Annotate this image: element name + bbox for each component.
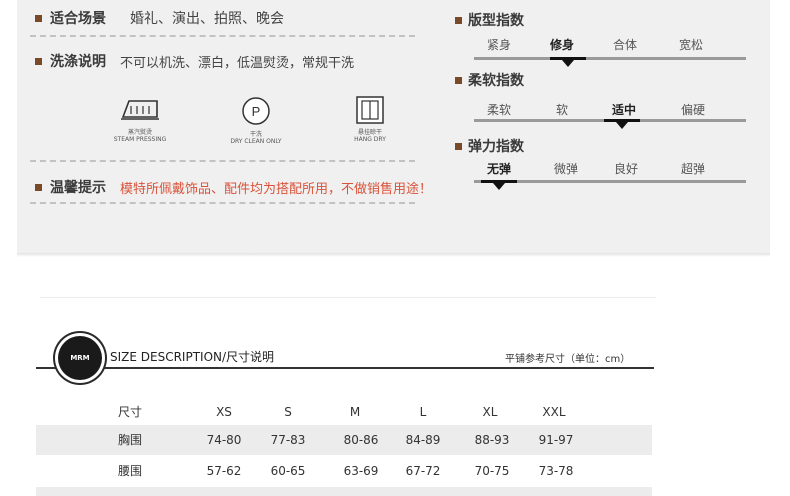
- bullet-square-icon: [455, 142, 462, 150]
- care-steam: 蒸汽熨烫 STEAM PRESSING: [100, 95, 180, 143]
- care-hang-dry-label: 悬挂晾干 HANG DRY: [354, 129, 386, 143]
- bullet-square-icon: [35, 57, 42, 65]
- size-header-cell: XS: [216, 405, 232, 419]
- bullet-square-icon: [455, 76, 462, 84]
- section-divider: [40, 297, 656, 298]
- notice-label: 温馨提示: [50, 180, 106, 196]
- size-header-cell: XXL: [542, 405, 566, 419]
- panel-shadow: [17, 253, 770, 257]
- fit-option: 紧身: [486, 38, 511, 52]
- fit-option: 宽松: [678, 38, 703, 52]
- bullet-square-icon: [35, 14, 42, 22]
- size-header-line: [36, 367, 654, 369]
- elasticity-option: 超弹: [680, 162, 705, 176]
- brand-logo: MRM: [58, 336, 102, 380]
- occasion-value: 婚礼、演出、拍照、晚会: [130, 11, 284, 27]
- size-table-header: 尺寸 XS S M L XL XXL: [36, 397, 652, 427]
- bullet-square-icon: [35, 183, 42, 191]
- washing-row: 洗涤说明 不可以机洗、漂白，低温熨烫，常规干洗: [35, 51, 354, 71]
- table-cell: 胸围: [118, 433, 143, 447]
- table-cell: 84-89: [405, 433, 441, 447]
- steam-iron-icon: [121, 100, 159, 120]
- size-header-cell: 尺寸: [118, 405, 143, 419]
- softness-option-selected: 适中: [611, 103, 636, 117]
- fit-option-selected: 修身: [549, 38, 574, 52]
- elasticity-index-title: 弹力指数: [455, 136, 524, 156]
- table-cell: 57-62: [206, 464, 242, 478]
- elasticity-option: 微弹: [553, 162, 578, 176]
- dashed-divider: [30, 202, 415, 204]
- dry-clean-icon: P: [242, 97, 270, 125]
- size-section-title: SIZE DESCRIPTION/尺寸说明: [110, 350, 275, 364]
- dashed-divider: [30, 160, 415, 162]
- table-cell: 91-97: [538, 433, 574, 447]
- notice-row: 温馨提示 模特所佩戴饰品、配件均为搭配所用，不做销售用途！: [35, 177, 432, 197]
- table-row: 腰围 57-62 60-65 63-69 67-72 70-75 73-78: [36, 456, 652, 486]
- table-cell: 70-75: [474, 464, 510, 478]
- table-row: [36, 487, 652, 496]
- care-steam-label: 蒸汽熨烫 STEAM PRESSING: [113, 129, 167, 143]
- table-cell: 67-72: [405, 464, 441, 478]
- table-cell: 63-69: [343, 464, 379, 478]
- softness-option: 柔软: [486, 103, 511, 117]
- table-row: 胸围 74-80 77-83 80-86 84-89 88-93 91-97: [36, 425, 652, 455]
- size-unit-note: 平铺参考尺寸（单位：cm）: [505, 354, 631, 365]
- size-header-cell: L: [419, 405, 427, 419]
- table-cell: 腰围: [118, 464, 143, 478]
- fit-option: 合体: [612, 38, 637, 52]
- table-cell: 74-80: [206, 433, 242, 447]
- table-cell: 77-83: [270, 433, 306, 447]
- size-header-cell: XL: [482, 405, 498, 419]
- bullet-square-icon: [455, 16, 462, 24]
- care-dry-clean-label: 干洗 DRY CLEAN ONLY: [230, 131, 282, 145]
- occasion-row: 适合场景 婚礼、演出、拍照、晚会: [35, 8, 284, 28]
- softness-index-title: 柔软指数: [455, 70, 524, 90]
- size-header-cell: S: [284, 405, 292, 419]
- fit-pointer-icon: [562, 60, 574, 67]
- elasticity-option: 良好: [613, 162, 638, 176]
- care-hang-dry: 悬挂晾干 HANG DRY: [330, 95, 410, 143]
- table-cell: 80-86: [343, 433, 379, 447]
- washing-value: 不可以机洗、漂白，低温熨烫，常规干洗: [120, 55, 355, 71]
- softness-pointer-icon: [616, 122, 628, 129]
- svg-text:P: P: [252, 104, 261, 119]
- elasticity-pointer-icon: [493, 183, 505, 190]
- dashed-divider: [30, 35, 415, 37]
- care-dry-clean: P 干洗 DRY CLEAN ONLY: [216, 95, 296, 145]
- elasticity-option-selected: 无弹: [486, 162, 511, 176]
- hang-dry-icon: [356, 96, 384, 124]
- table-cell: 60-65: [270, 464, 306, 478]
- fit-index-bar: [474, 57, 746, 60]
- table-cell: 73-78: [538, 464, 574, 478]
- table-cell: 88-93: [474, 433, 510, 447]
- fit-index-title: 版型指数: [455, 10, 524, 30]
- washing-label: 洗涤说明: [50, 54, 106, 70]
- softness-option: 偏硬: [680, 103, 705, 117]
- brand-logo-text: MRM: [70, 354, 90, 362]
- softness-option: 软: [555, 103, 568, 117]
- notice-value: 模特所佩戴饰品、配件均为搭配所用，不做销售用途！: [120, 181, 433, 197]
- size-header-cell: M: [349, 405, 361, 419]
- occasion-label: 适合场景: [50, 11, 106, 27]
